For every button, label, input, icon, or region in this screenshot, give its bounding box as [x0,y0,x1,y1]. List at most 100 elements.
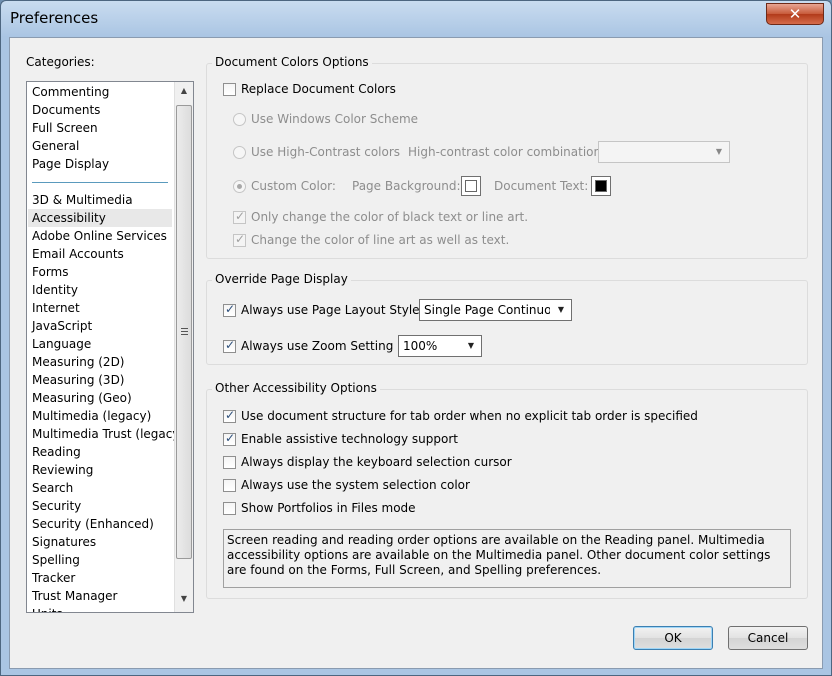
category-item[interactable]: Forms [32,263,68,281]
assistive-label: Enable assistive technology support [241,432,458,446]
category-item-selected[interactable]: Accessibility [28,209,172,227]
categories-label: Categories: [26,55,95,69]
page-background-color [465,180,477,192]
high-contrast-combo[interactable]: ▼ [598,141,730,163]
portfolios-checkbox[interactable] [223,501,236,515]
replace-colors-row[interactable]: Replace Document Colors [223,82,396,96]
category-item[interactable]: Page Display [32,155,109,173]
grip-icon [181,328,188,337]
page-background-label: Page Background: [352,179,461,193]
category-item[interactable]: Measuring (3D) [32,371,125,389]
replace-colors-label: Replace Document Colors [241,82,396,96]
page-layout-combo[interactable]: Single Page Continuous ▼ [419,299,572,321]
only-black-checkbox[interactable] [233,209,246,224]
chevron-down-icon: ▼ [467,341,475,350]
page-layout-row[interactable]: Always use Page Layout Style [223,302,420,317]
cancel-button[interactable]: Cancel [728,626,808,650]
window-title: Preferences [10,9,99,27]
tab-order-label: Use document structure for tab order whe… [241,409,698,423]
category-item[interactable]: Full Screen [32,119,98,137]
category-item[interactable]: Multimedia Trust (legacy) [32,425,184,443]
category-item[interactable]: Measuring (Geo) [32,389,132,407]
ok-button[interactable]: OK [633,626,713,650]
scroll-thumb[interactable] [176,105,192,559]
only-black-label: Only change the color of black text or l… [251,210,529,224]
zoom-checkbox[interactable] [223,338,236,353]
page-background-swatch[interactable] [461,176,481,196]
replace-colors-checkbox[interactable] [223,82,236,96]
custom-color-label: Custom Color: [251,179,336,193]
high-contrast-label: Use High-Contrast colors [251,145,401,159]
category-item[interactable]: Multimedia (legacy) [32,407,151,425]
use-windows-label: Use Windows Color Scheme [251,112,419,126]
category-item[interactable]: General [32,137,79,155]
high-contrast-row[interactable]: Use High-Contrast colors [233,145,400,159]
category-item[interactable]: Reading [32,443,81,461]
category-item[interactable]: Spelling [32,551,80,569]
system-color-row[interactable]: Always use the system selection color [223,478,470,492]
only-black-row[interactable]: Only change the color of black text or l… [233,209,529,224]
keyboard-cursor-label: Always display the keyboard selection cu… [241,455,512,469]
portfolios-row[interactable]: Show Portfolios in Files mode [223,501,416,515]
category-item[interactable]: Language [32,335,91,353]
category-item[interactable]: Tracker [32,569,75,587]
keyboard-cursor-checkbox[interactable] [223,455,236,469]
use-windows-row[interactable]: Use Windows Color Scheme [233,112,418,126]
categories-scrollbar[interactable]: ▲ ▼ [174,82,193,612]
categories-list[interactable]: Commenting Documents Full Screen General Pag… [26,81,194,613]
category-item[interactable]: 3D & Multimedia [32,191,133,209]
category-item[interactable]: Signatures [32,533,96,551]
category-item[interactable]: Trust Manager [32,587,117,605]
zoom-value: 100% [403,339,438,353]
category-item[interactable]: Commenting [32,83,109,101]
zoom-combo[interactable]: 100% ▼ [398,335,482,357]
close-button[interactable]: ✕ [766,3,824,25]
category-item[interactable]: JavaScript [32,317,92,335]
assistive-checkbox[interactable] [223,431,236,446]
page-layout-value: Single Page Continuous [424,303,550,317]
use-windows-radio[interactable] [233,112,246,126]
document-text-color [595,180,607,192]
system-color-checkbox[interactable] [223,478,236,492]
scroll-up-icon[interactable]: ▲ [175,82,193,100]
doc-colors-title: Document Colors Options [212,55,372,69]
category-item[interactable]: Email Accounts [32,245,124,263]
line-art-row[interactable]: Change the color of line art as well as … [233,232,510,247]
category-item[interactable]: Search [32,479,73,497]
category-item[interactable]: Reviewing [32,461,93,479]
category-item[interactable]: Identity [32,281,78,299]
keyboard-cursor-row[interactable]: Always display the keyboard selection cu… [223,455,512,469]
override-title: Override Page Display [212,272,351,286]
category-item[interactable]: Internet [32,299,80,317]
dialog-client: Categories: Commenting Documents Full Scre… [9,37,823,669]
scroll-down-icon[interactable]: ▼ [175,590,193,608]
info-note: Screen reading and reading order options… [223,529,791,588]
page-layout-checkbox[interactable] [223,302,236,317]
portfolios-label: Show Portfolios in Files mode [241,501,416,515]
zoom-row[interactable]: Always use Zoom Setting [223,338,394,353]
other-title: Other Accessibility Options [212,381,380,395]
custom-color-radio[interactable] [233,179,246,193]
tab-order-checkbox[interactable] [223,408,236,423]
page-layout-label: Always use Page Layout Style [241,303,420,317]
category-item[interactable]: Measuring (2D) [32,353,125,371]
document-text-label: Document Text: [494,179,589,193]
document-text-swatch[interactable] [591,176,611,196]
high-contrast-radio[interactable] [233,145,246,159]
assistive-row[interactable]: Enable assistive technology support [223,431,458,446]
category-item[interactable]: Security (Enhanced) [32,515,154,533]
zoom-label: Always use Zoom Setting [241,339,394,353]
line-art-label: Change the color of line art as well as … [251,233,510,247]
category-item[interactable]: Adobe Online Services [32,227,167,245]
tab-order-row[interactable]: Use document structure for tab order whe… [223,408,698,423]
chevron-down-icon: ▼ [557,305,565,314]
category-item[interactable]: Units [32,605,63,612]
custom-color-row[interactable]: Custom Color: [233,179,336,193]
category-item[interactable]: Documents [32,101,100,119]
system-color-label: Always use the system selection color [241,478,470,492]
line-art-checkbox[interactable] [233,232,246,247]
category-separator [32,182,168,183]
chevron-down-icon: ▼ [715,147,723,156]
category-item[interactable]: Security [32,497,81,515]
close-icon: ✕ [788,5,802,23]
